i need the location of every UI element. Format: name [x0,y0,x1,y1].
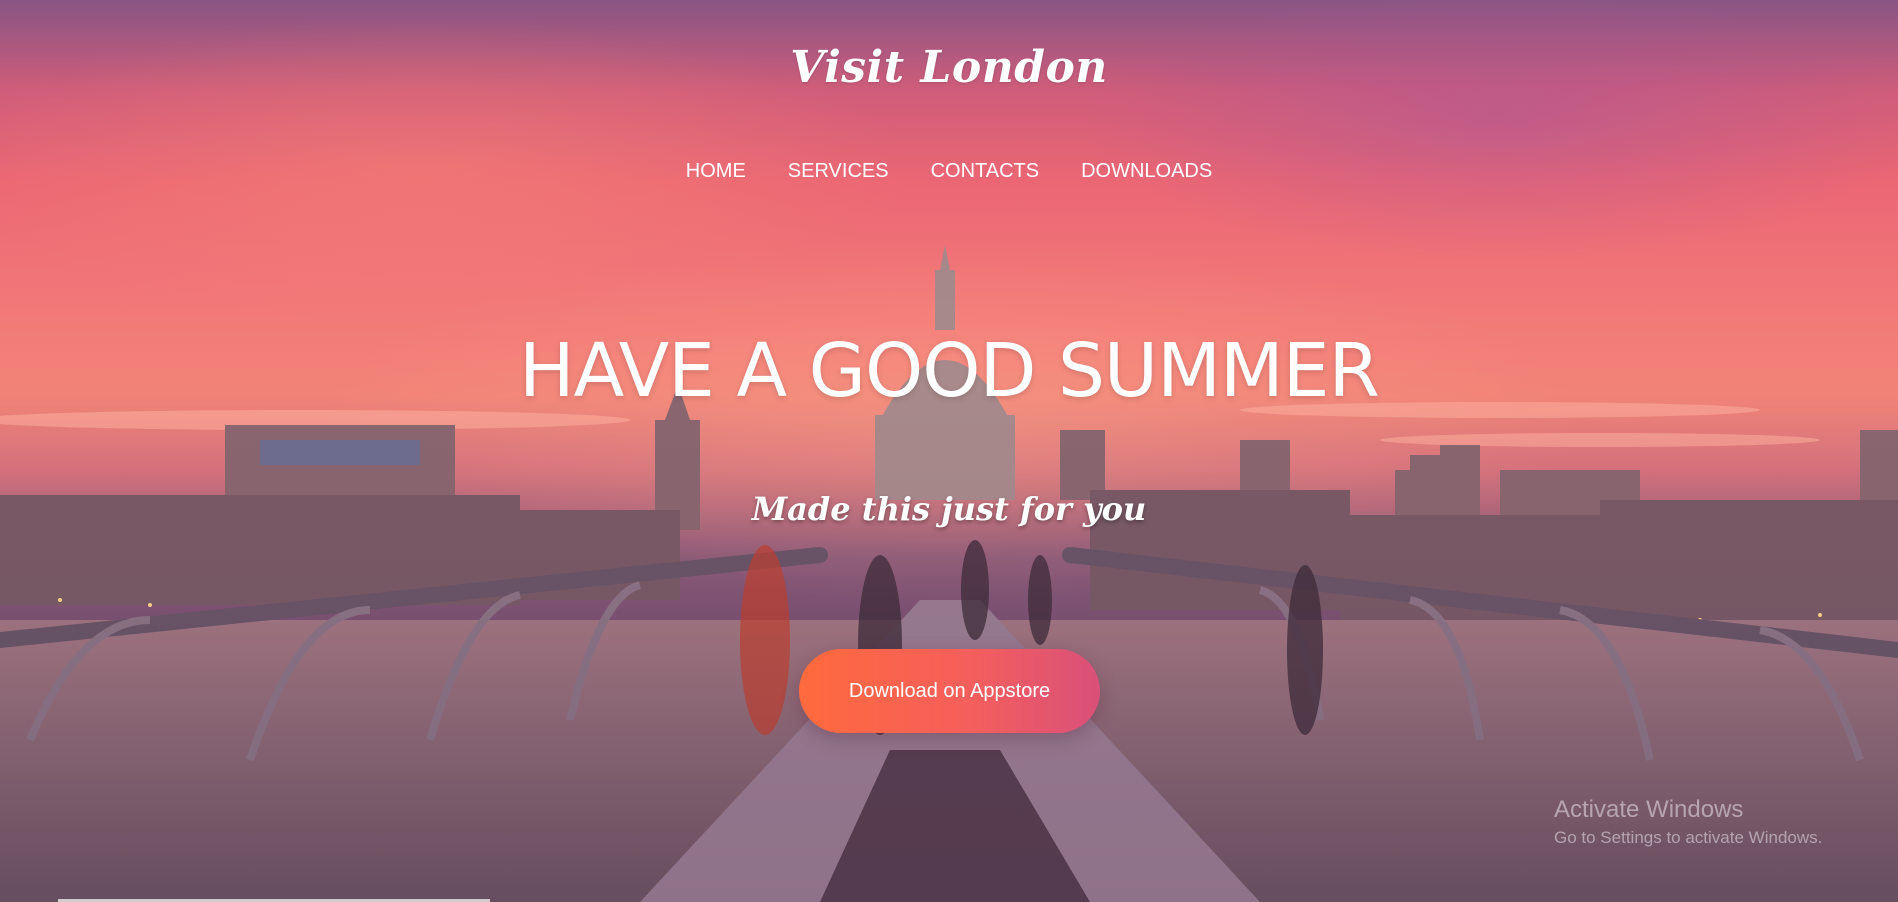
nav-services[interactable]: SERVICES [767,160,910,183]
hero-section: Visit London HOME SERVICES CONTACTS DOWN… [0,0,1898,902]
nav-contacts[interactable]: CONTACTS [910,160,1061,183]
download-appstore-button[interactable]: Download on Appstore [799,649,1100,733]
image-overlay [0,0,1898,902]
site-logo[interactable]: Visit London [0,42,1898,93]
nav-downloads[interactable]: DOWNLOADS [1060,160,1233,183]
activate-windows-subtitle: Go to Settings to activate Windows. [1554,828,1823,847]
hero-subheadline: Made this just for you [751,490,1147,528]
main-nav: HOME SERVICES CONTACTS DOWNLOADS [0,160,1898,183]
hero-headline: HAVE A GOOD SUMMER [519,328,1380,414]
nav-home[interactable]: HOME [665,160,767,183]
activate-windows-watermark: Activate Windows Go to Settings to activ… [1554,796,1822,848]
activate-windows-title: Activate Windows [1554,796,1744,823]
